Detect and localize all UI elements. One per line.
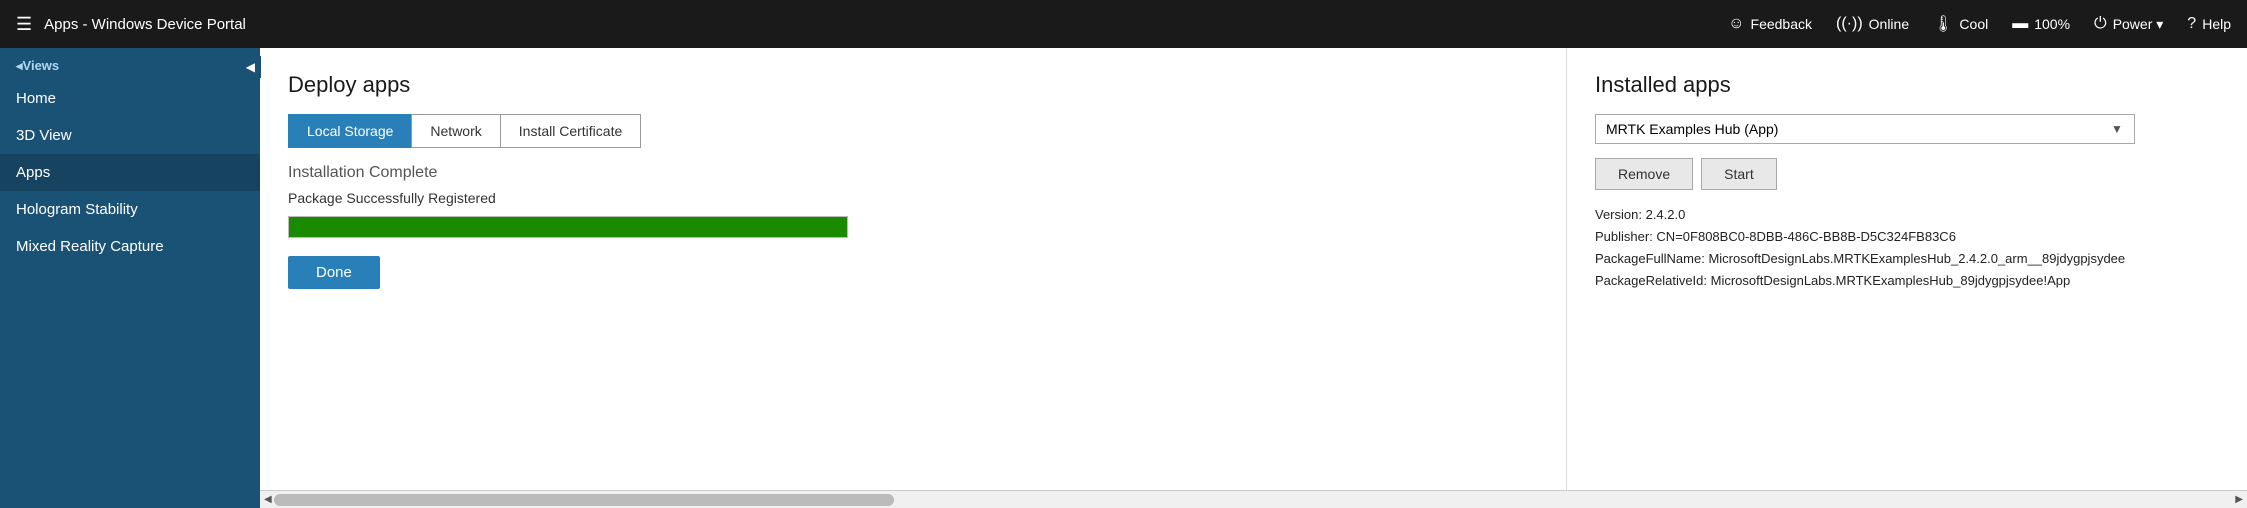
sidebar-item-hologram-stability[interactable]: Hologram Stability bbox=[0, 191, 260, 228]
scroll-thumb[interactable] bbox=[274, 494, 894, 506]
cool-label: Cool bbox=[1959, 16, 1988, 32]
install-status: Installation Complete bbox=[288, 164, 1538, 182]
battery-status: ▬ 100% bbox=[2012, 15, 2070, 33]
help-icon: ? bbox=[2187, 15, 2196, 33]
online-icon: ((·)) bbox=[1836, 15, 1863, 33]
app-actions: Remove Start bbox=[1595, 158, 2219, 190]
app-package-full-name: PackageFullName: MicrosoftDesignLabs.MRT… bbox=[1595, 248, 2219, 270]
app-publisher: Publisher: CN=0F808BC0-8DBB-486C-BB8B-D5… bbox=[1595, 226, 2219, 248]
install-substatus: Package Successfully Registered bbox=[288, 190, 1538, 206]
help-button[interactable]: ? Help bbox=[2187, 15, 2231, 33]
scroll-left-arrow[interactable]: ◀ bbox=[264, 494, 272, 505]
battery-label: 100% bbox=[2034, 16, 2070, 32]
deploy-panel: Deploy apps Local Storage Network Instal… bbox=[260, 48, 1567, 508]
topbar-right: ☺ Feedback ((·)) Online 🌡 Cool ▬ 100% ⏻ … bbox=[1728, 14, 2231, 34]
feedback-label: Feedback bbox=[1751, 16, 1812, 32]
topbar: ☰ Apps - Windows Device Portal ☺ Feedbac… bbox=[0, 0, 2247, 48]
progress-bar-container bbox=[288, 216, 848, 238]
sidebar-item-3dview[interactable]: 3D View bbox=[0, 117, 260, 154]
app-title: Apps - Windows Device Portal bbox=[44, 16, 1716, 33]
main-layout: ◀ ◂Views Home 3D View Apps Hologram Stab… bbox=[0, 48, 2247, 508]
help-label: Help bbox=[2202, 16, 2231, 32]
remove-button[interactable]: Remove bbox=[1595, 158, 1693, 190]
tab-local-storage[interactable]: Local Storage bbox=[288, 114, 411, 148]
online-label: Online bbox=[1869, 16, 1909, 32]
power-icon: ⏻ bbox=[2094, 15, 2107, 33]
temperature-status: 🌡 Cool bbox=[1933, 14, 1988, 34]
online-status: ((·)) Online bbox=[1836, 15, 1909, 33]
sidebar-item-apps[interactable]: Apps bbox=[0, 154, 260, 191]
app-package-relative-id: PackageRelativeId: MicrosoftDesignLabs.M… bbox=[1595, 270, 2219, 292]
sidebar-item-mixed-reality-capture[interactable]: Mixed Reality Capture bbox=[0, 228, 260, 265]
progress-bar-fill bbox=[289, 217, 847, 237]
thermometer-icon: 🌡 bbox=[1933, 14, 1953, 34]
horizontal-scrollbar: ◀ ▶ bbox=[260, 490, 2247, 508]
menu-icon[interactable]: ☰ bbox=[16, 14, 32, 35]
deploy-title: Deploy apps bbox=[288, 72, 1538, 98]
power-label: Power ▾ bbox=[2113, 16, 2164, 33]
installed-title: Installed apps bbox=[1595, 72, 2219, 98]
scroll-right-arrow[interactable]: ▶ bbox=[2235, 494, 2243, 505]
sidebar-item-home[interactable]: Home bbox=[0, 80, 260, 117]
power-button[interactable]: ⏻ Power ▾ bbox=[2094, 15, 2163, 33]
feedback-icon: ☺ bbox=[1728, 15, 1744, 33]
app-select-container: MRTK Examples Hub (App) ▼ bbox=[1595, 114, 2219, 144]
app-details: Version: 2.4.2.0 Publisher: CN=0F808BC0-… bbox=[1595, 204, 2219, 292]
app-select-dropdown[interactable]: MRTK Examples Hub (App) bbox=[1595, 114, 2135, 144]
tab-network[interactable]: Network bbox=[411, 114, 499, 148]
battery-icon: ▬ bbox=[2012, 15, 2028, 33]
sidebar-collapse-button[interactable]: ◀ bbox=[240, 56, 261, 78]
installed-panel: Installed apps MRTK Examples Hub (App) ▼… bbox=[1567, 48, 2247, 508]
sidebar: ◀ ◂Views Home 3D View Apps Hologram Stab… bbox=[0, 48, 260, 508]
sidebar-views-header: ◂Views bbox=[0, 48, 260, 80]
feedback-button[interactable]: ☺ Feedback bbox=[1728, 15, 1812, 33]
content-area: Deploy apps Local Storage Network Instal… bbox=[260, 48, 2247, 508]
tab-install-certificate[interactable]: Install Certificate bbox=[500, 114, 641, 148]
deploy-tab-bar: Local Storage Network Install Certificat… bbox=[288, 114, 1538, 148]
app-version: Version: 2.4.2.0 bbox=[1595, 204, 2219, 226]
start-button[interactable]: Start bbox=[1701, 158, 1777, 190]
done-button[interactable]: Done bbox=[288, 256, 380, 289]
